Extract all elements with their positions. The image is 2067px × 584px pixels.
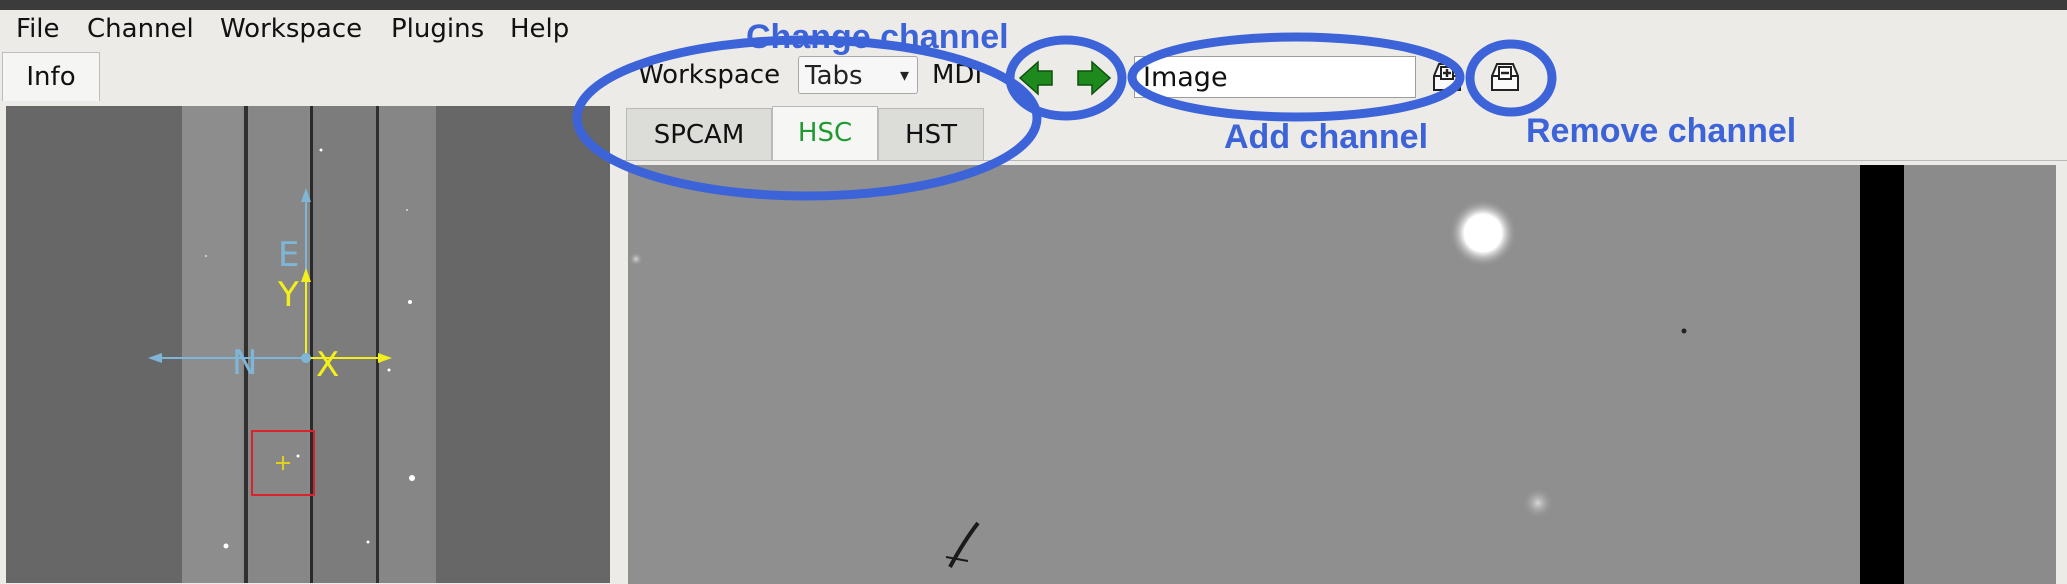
menu-workspace[interactable]: Workspace [220, 14, 362, 44]
compass-east-label: E [278, 235, 299, 275]
tab-hsc[interactable]: HSC [772, 106, 878, 162]
add-channel-button[interactable] [1428, 58, 1466, 96]
channel-name-input[interactable] [1134, 56, 1416, 98]
tab-hst[interactable]: HST [878, 108, 984, 160]
next-channel-button[interactable] [1074, 58, 1114, 98]
image-canvas[interactable] [628, 165, 2056, 584]
remove-channel-button[interactable] [1486, 58, 1524, 96]
annotation-add-channel: Add channel [1224, 118, 1429, 156]
annotation-change-channel: Change channel [746, 18, 1009, 56]
annotation-remove-channel: Remove channel [1526, 112, 1797, 150]
chevron-down-icon: ▾ [899, 65, 909, 86]
window-title-bar [0, 0, 2067, 10]
left-arrow-icon [1018, 60, 1053, 96]
tab-spcam[interactable]: SPCAM [626, 108, 772, 160]
image-viewer [622, 160, 2067, 584]
sky-image [628, 165, 2056, 584]
compass-north-label: N [232, 343, 257, 383]
workspace-mode-value: Tabs [805, 61, 863, 91]
tab-info[interactable]: Info [2, 52, 100, 101]
compass-y-label: Y [277, 275, 299, 315]
workspace-mode-select[interactable]: Tabs ▾ [798, 56, 918, 94]
right-arrow-icon [1077, 60, 1112, 96]
remove-channel-icon [1491, 63, 1519, 91]
menu-channel[interactable]: Channel [87, 14, 194, 44]
menu-file[interactable]: File [16, 14, 60, 44]
pan-overview[interactable]: E N Y X [6, 106, 610, 583]
pan-image: E N Y X [148, 106, 436, 583]
compass-x-label: X [316, 345, 339, 385]
prev-channel-button[interactable] [1016, 58, 1056, 98]
menu-plugins[interactable]: Plugins [391, 14, 484, 44]
add-channel-icon [1433, 63, 1461, 91]
menu-bar: File Channel Workspace Plugins Help [0, 10, 2067, 44]
menu-help[interactable]: Help [510, 14, 569, 44]
workspace-label: Workspace [638, 60, 781, 90]
mdi-label: MDI [932, 60, 983, 90]
